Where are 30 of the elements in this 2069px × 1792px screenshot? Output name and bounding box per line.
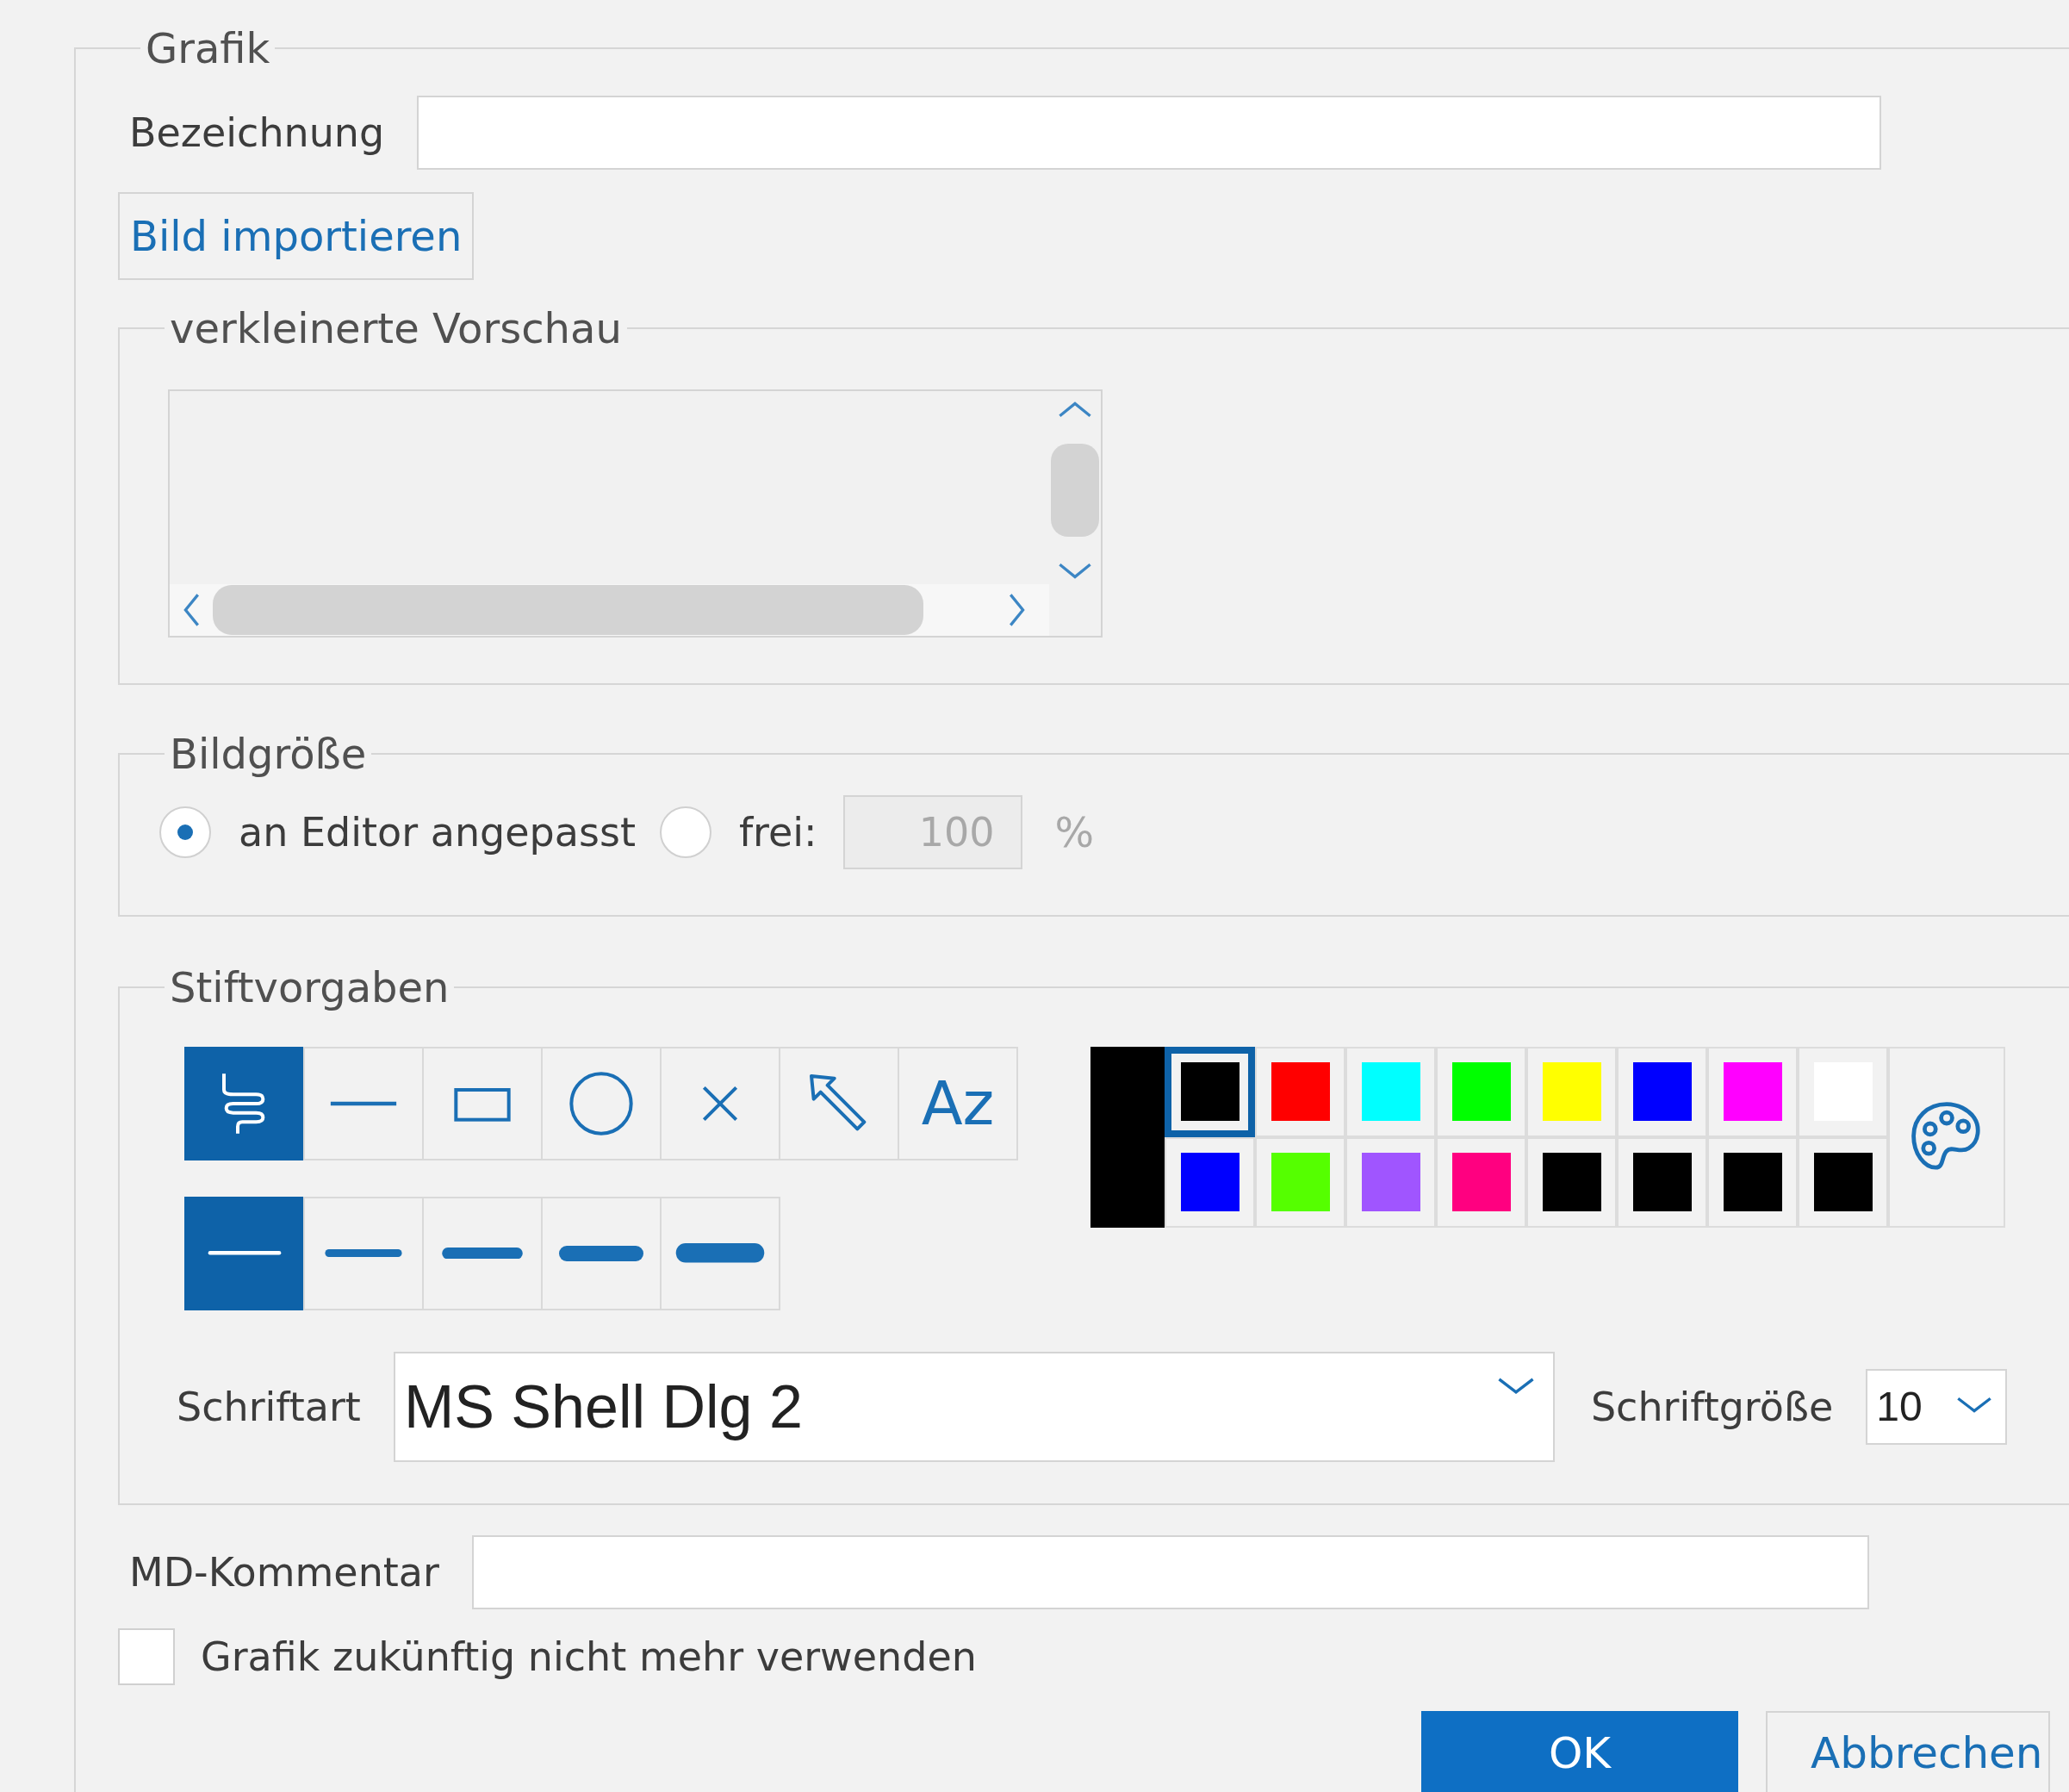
line-width-icon: [675, 1243, 765, 1263]
group-title: Stiftvorgaben: [169, 964, 450, 1011]
color-swatch[interactable]: [1165, 1046, 1255, 1137]
font-size-dropdown[interactable]: 10: [1866, 1368, 2008, 1445]
comment-field[interactable]: [471, 1534, 1869, 1609]
radio-label: an Editor angepasst: [239, 808, 636, 856]
field-label: MD-Kommentar: [129, 1548, 439, 1596]
scrollbar-thumb[interactable]: [1051, 443, 1099, 537]
font-dropdown[interactable]: MS Shell Dlg 2: [393, 1351, 1555, 1462]
checkbox[interactable]: [118, 1627, 175, 1685]
import-button[interactable]: Bild importieren: [118, 191, 475, 280]
group-title: Grafik: [145, 26, 271, 72]
unit-label: %: [1054, 807, 1095, 856]
line-width-icon: [556, 1245, 646, 1261]
field-label: Bezeichnung: [129, 109, 385, 156]
line-width-button[interactable]: [184, 1196, 305, 1310]
scrollbar-thumb[interactable]: [213, 584, 923, 635]
scroll-down-icon[interactable]: [1056, 561, 1094, 581]
radio-label: frei:: [738, 808, 817, 856]
field-label: Schriftgröße: [1590, 1383, 1834, 1430]
group-title: verkleinerte Vorschau: [169, 305, 623, 352]
palette-button[interactable]: [1888, 1046, 2005, 1228]
name-field[interactable]: [417, 95, 1882, 170]
text-tool-button[interactable]: Az: [898, 1046, 1018, 1160]
group-title: Bildgröße: [169, 731, 368, 777]
ok-button[interactable]: OK: [1421, 1710, 1738, 1792]
tool-button[interactable]: [184, 1046, 305, 1160]
cancel-button[interactable]: Abbrechen: [1766, 1710, 2050, 1792]
checkbox-label: Grafik zukünftig nicht mehr verwenden: [201, 1633, 977, 1680]
field-label: Schriftart: [177, 1383, 361, 1430]
